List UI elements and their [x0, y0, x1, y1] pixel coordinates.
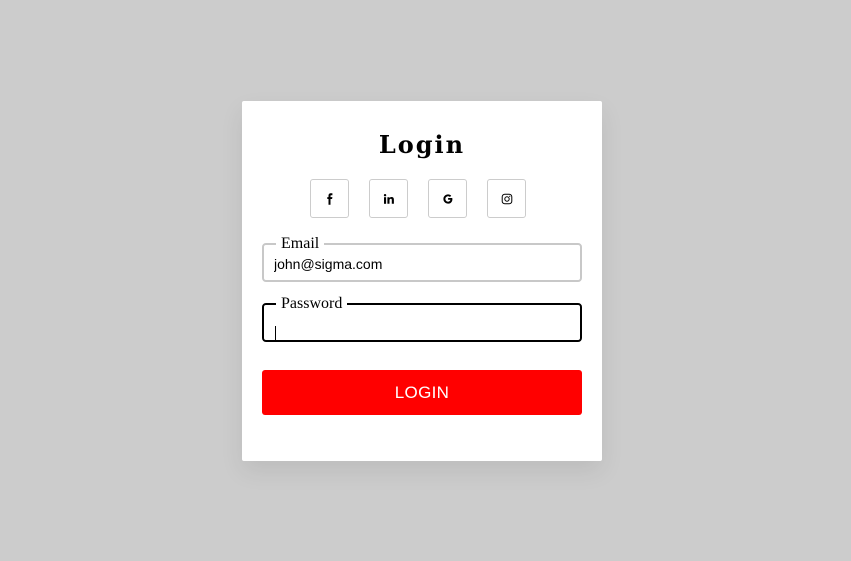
google-login-button[interactable]: [428, 179, 467, 218]
email-input[interactable]: [274, 254, 570, 274]
password-input[interactable]: [274, 314, 570, 334]
page-title: Login: [378, 130, 466, 159]
instagram-login-button[interactable]: [487, 179, 526, 218]
email-field: Email: [262, 235, 582, 282]
password-label: Password: [281, 295, 343, 312]
email-label: Email: [281, 235, 320, 252]
facebook-login-button[interactable]: [310, 179, 349, 218]
login-card: Login Email john@sigma.com Password LOGI…: [242, 101, 602, 461]
linkedin-login-button[interactable]: [369, 179, 408, 218]
facebook-icon: [324, 192, 336, 205]
instagram-icon: [501, 193, 513, 205]
login-button[interactable]: LOGIN: [262, 370, 582, 415]
password-field: Password: [262, 295, 582, 342]
text-cursor: [275, 326, 276, 342]
social-login-row: [310, 179, 526, 218]
google-icon: [442, 193, 454, 205]
linkedin-icon: [383, 193, 395, 205]
